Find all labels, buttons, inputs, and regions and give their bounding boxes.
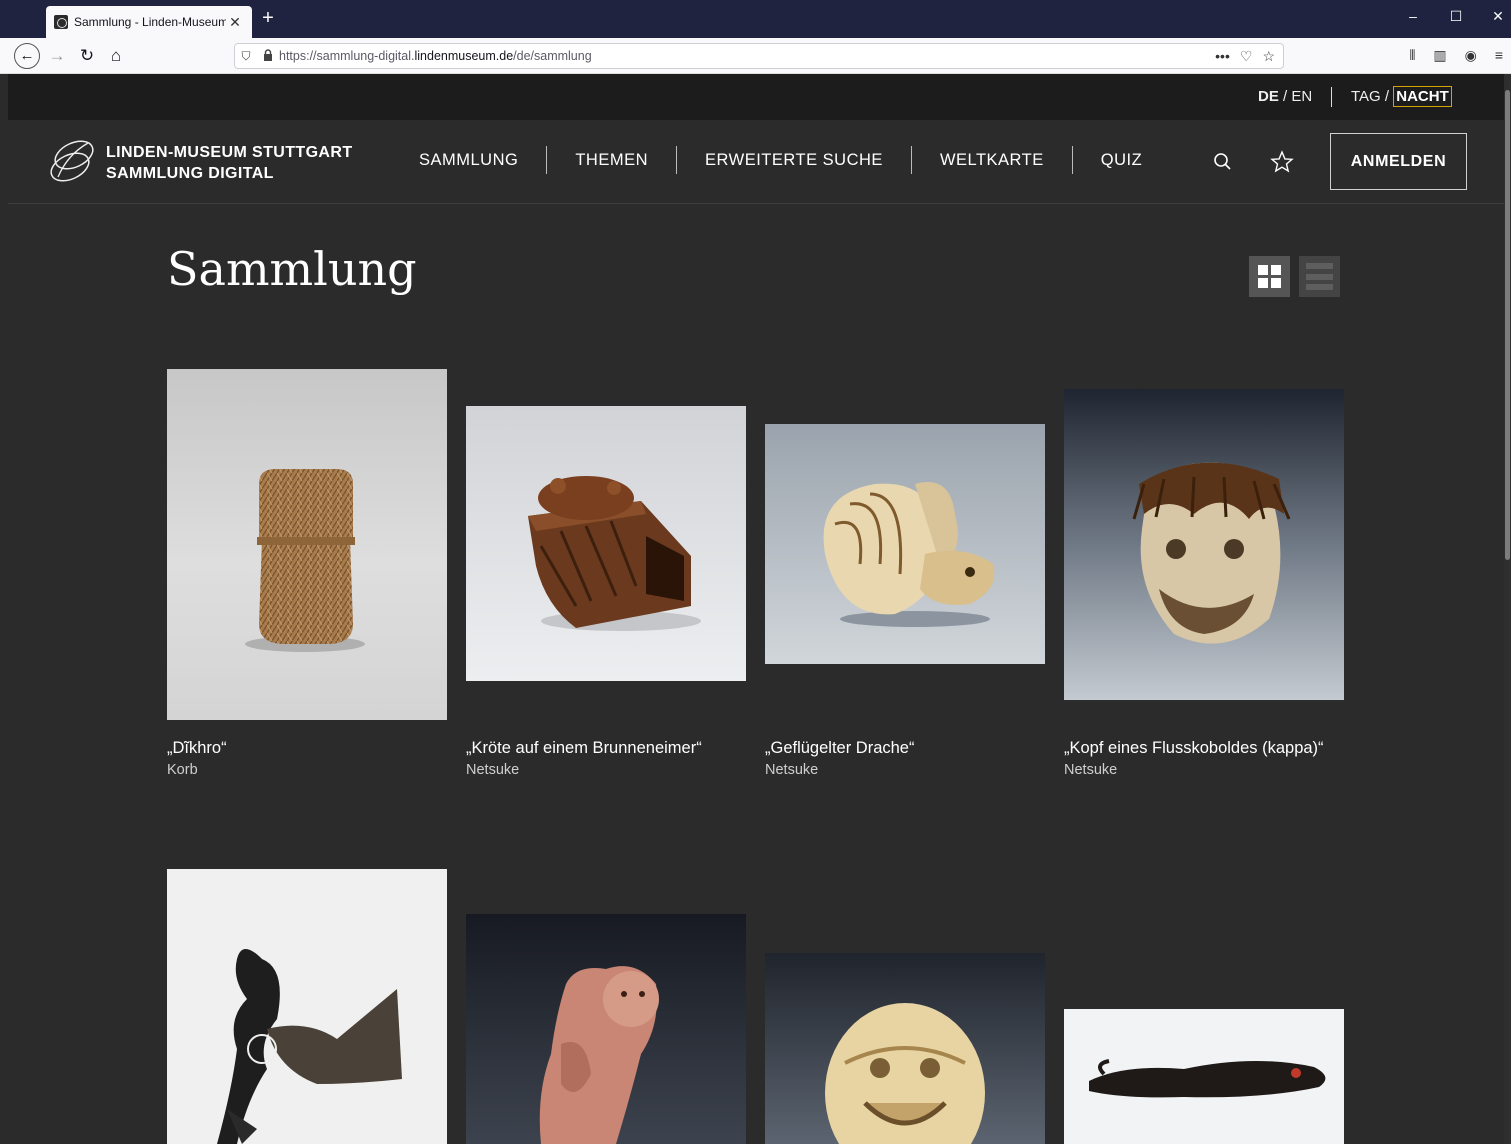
museum-logo-icon[interactable] <box>44 133 100 189</box>
reload-icon[interactable]: ↻ <box>74 43 100 69</box>
scrollbar-thumb[interactable] <box>1505 90 1510 560</box>
object-title[interactable]: „Kröte auf einem Brunneneimer“ <box>466 739 702 758</box>
logo-line-2: SAMMLUNG DIGITAL <box>106 165 274 182</box>
sidebar-icon[interactable]: ▥ <box>1433 47 1446 64</box>
lang-de-link[interactable]: DE <box>1258 88 1279 105</box>
browser-nav-bar: ← → ↻ ⌂ ⛉ https://sammlung-digital. linde… <box>0 38 1511 74</box>
site-favicon-icon <box>54 15 68 29</box>
lang-en-link[interactable]: EN <box>1291 88 1312 105</box>
page-title: Sammlung <box>167 242 417 296</box>
shield-icon[interactable]: ⛉ <box>235 49 257 64</box>
maximize-icon[interactable]: ☐ <box>1441 8 1471 25</box>
search-icon[interactable] <box>1211 150 1235 174</box>
display-mode-switch: TAG / NACHT <box>1351 86 1452 107</box>
page-actions-icon[interactable]: ••• <box>1215 48 1230 65</box>
site-header: LINDEN-MUSEUM STUTTGART SAMMLUNG DIGITAL… <box>8 120 1504 204</box>
main-nav: SAMMLUNG THEMEN ERWEITERTE SUCHE WELTKAR… <box>391 146 1170 174</box>
favorites-star-icon[interactable] <box>1270 150 1294 174</box>
url-prefix: https://sammlung-digital. <box>279 49 415 63</box>
object-type: Netsuke <box>1064 762 1118 778</box>
mode-day-link[interactable]: TAG <box>1351 88 1381 105</box>
browser-tab[interactable]: Sammlung - Linden-Museum S ✕ <box>46 6 252 38</box>
nav-item-sammlung[interactable]: SAMMLUNG <box>391 146 546 174</box>
object-image-dragon-netsuke[interactable] <box>765 424 1045 664</box>
nav-item-weltkarte[interactable]: WELTKARTE <box>910 146 1072 174</box>
object-image-kappa-head-netsuke[interactable] <box>1064 389 1344 700</box>
tab-title: Sammlung - Linden-Museum S <box>74 15 226 29</box>
menu-icon[interactable]: ≡ <box>1495 47 1503 64</box>
lang-separator: / <box>1278 88 1292 105</box>
object-type: Netsuke <box>466 762 520 778</box>
url-path: /de/sammlung <box>513 49 592 63</box>
url-host: lindenmuseum.de <box>414 49 514 63</box>
object-image-toad-netsuke[interactable] <box>466 406 746 681</box>
new-tab-button[interactable]: + <box>258 7 278 30</box>
minimize-icon[interactable]: – <box>1398 8 1428 24</box>
forward-arrow-icon[interactable]: → <box>44 43 70 69</box>
account-icon[interactable]: ◉ <box>1465 47 1477 64</box>
login-button[interactable]: ANMELDEN <box>1330 133 1467 190</box>
language-switch: DE / EN <box>1258 88 1312 105</box>
library-icon[interactable]: ⫴ <box>1409 47 1415 64</box>
divider <box>1331 87 1332 107</box>
list-view-toggle-icon[interactable] <box>1299 256 1340 297</box>
object-type: Netsuke <box>765 762 819 778</box>
mode-separator: / <box>1380 88 1394 105</box>
object-image-lion-netsuke[interactable] <box>765 953 1045 1144</box>
window-close-icon[interactable]: ✕ <box>1483 8 1511 25</box>
pocket-icon[interactable]: ♡ <box>1240 48 1253 65</box>
url-bar[interactable]: ⛉ https://sammlung-digital. lindenmuseum.… <box>234 43 1284 69</box>
bookmark-star-icon[interactable]: ☆ <box>1262 48 1275 65</box>
logo-line-1: LINDEN-MUSEUM STUTTGART <box>106 144 353 161</box>
object-title[interactable]: „Geflügelter Drache“ <box>765 739 914 758</box>
home-icon[interactable]: ⌂ <box>103 43 129 69</box>
back-arrow-icon[interactable]: ← <box>14 43 40 69</box>
object-image-shadow-puppet[interactable] <box>167 869 447 1144</box>
nav-item-erweiterte-suche[interactable]: ERWEITERTE SUCHE <box>676 146 911 174</box>
grid-view-toggle-icon[interactable] <box>1249 256 1290 297</box>
mode-night-link[interactable]: NACHT <box>1393 86 1452 107</box>
language-bar: DE / EN TAG / NACHT <box>8 74 1504 120</box>
object-image-figure-netsuke[interactable] <box>466 914 746 1144</box>
nav-item-themen[interactable]: THEMEN <box>546 146 676 174</box>
tab-close-icon[interactable]: ✕ <box>226 14 244 31</box>
object-image-dark-object[interactable] <box>1064 1009 1344 1144</box>
nav-item-quiz[interactable]: QUIZ <box>1071 146 1170 174</box>
object-type: Korb <box>167 762 198 778</box>
object-image-basket[interactable] <box>167 369 447 720</box>
museum-logo-text[interactable]: LINDEN-MUSEUM STUTTGART SAMMLUNG DIGITAL <box>106 142 353 184</box>
object-title[interactable]: „Kopf eines Flusskoboldes (kappa)“ <box>1064 739 1324 758</box>
browser-tab-bar: Sammlung - Linden-Museum S ✕ + – ☐ ✕ <box>0 0 1511 38</box>
lock-icon[interactable] <box>257 48 279 64</box>
object-title[interactable]: „Dĩkhro“ <box>167 739 227 758</box>
